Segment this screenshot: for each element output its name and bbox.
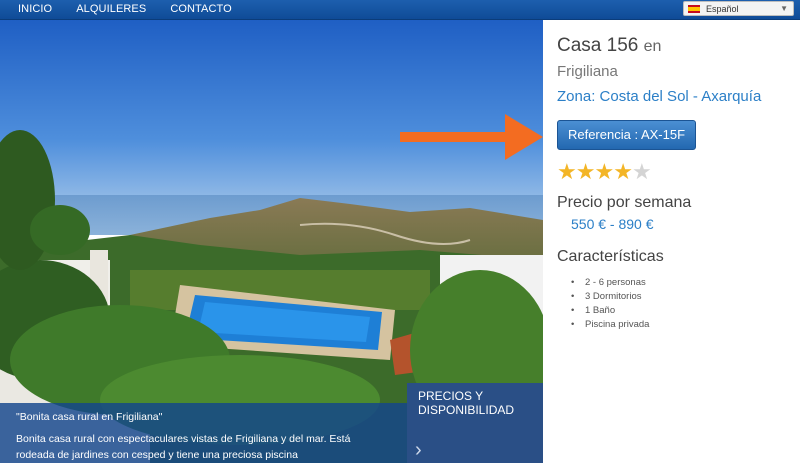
photo-caption: "Bonita casa rural en Frigiliana" Bonita…: [0, 403, 407, 463]
star-icon: ★: [557, 159, 577, 184]
price-range: 550 € - 890 €: [571, 216, 654, 232]
chevron-down-icon: ▼: [780, 4, 788, 13]
main-nav: INICIO ALQUILERES CONTACTO: [18, 0, 256, 20]
features-list: 2 - 6 personas 3 Dormitorios 1 Baño Pisc…: [571, 276, 649, 332]
features-heading: Características: [557, 248, 664, 265]
top-navigation-bar: INICIO ALQUILERES CONTACTO Español ▼: [0, 0, 800, 20]
nav-contacto[interactable]: CONTACTO: [170, 0, 232, 20]
star-icon: ★: [613, 159, 633, 184]
spain-flag-icon: [688, 4, 700, 13]
property-zone-link[interactable]: Zona: Costa del Sol - Axarquía: [557, 88, 761, 105]
caption-description: Bonita casa rural con espectaculares vis…: [16, 433, 351, 461]
star-icon: ★: [594, 159, 614, 184]
language-select[interactable]: Español ▼: [683, 1, 794, 16]
property-name: Casa 156: [557, 35, 639, 56]
feature-item: 3 Dormitorios: [571, 290, 649, 304]
language-selected: Español: [706, 3, 739, 14]
feature-item: 1 Baño: [571, 304, 649, 318]
property-info-panel: Casa 156 en Frigiliana Zona: Costa del S…: [543, 20, 800, 463]
feature-item: 2 - 6 personas: [571, 276, 649, 290]
title-connector: en: [643, 38, 662, 55]
nav-alquileres[interactable]: ALQUILERES: [76, 0, 146, 20]
nav-inicio[interactable]: INICIO: [18, 0, 52, 20]
property-town: Frigiliana: [557, 63, 618, 80]
property-photo: "Bonita casa rural en Frigiliana" Bonita…: [0, 20, 543, 463]
property-title: Casa 156 en: [557, 35, 661, 57]
rating-stars: ★★★★★: [557, 159, 652, 184]
prices-availability-label: PRECIOS Y DISPONIBILIDAD: [418, 389, 515, 417]
chevron-right-icon[interactable]: ›: [415, 440, 422, 460]
price-heading: Precio por semana: [557, 194, 692, 211]
caption-title: "Bonita casa rural en Frigiliana": [16, 411, 163, 423]
prices-availability-panel[interactable]: PRECIOS Y DISPONIBILIDAD ›: [407, 383, 543, 463]
feature-item: Piscina privada: [571, 318, 649, 332]
reference-button[interactable]: Referencia : AX-15F: [557, 120, 696, 150]
star-icon: ★: [575, 159, 596, 184]
star-empty-icon: ★: [631, 159, 652, 184]
